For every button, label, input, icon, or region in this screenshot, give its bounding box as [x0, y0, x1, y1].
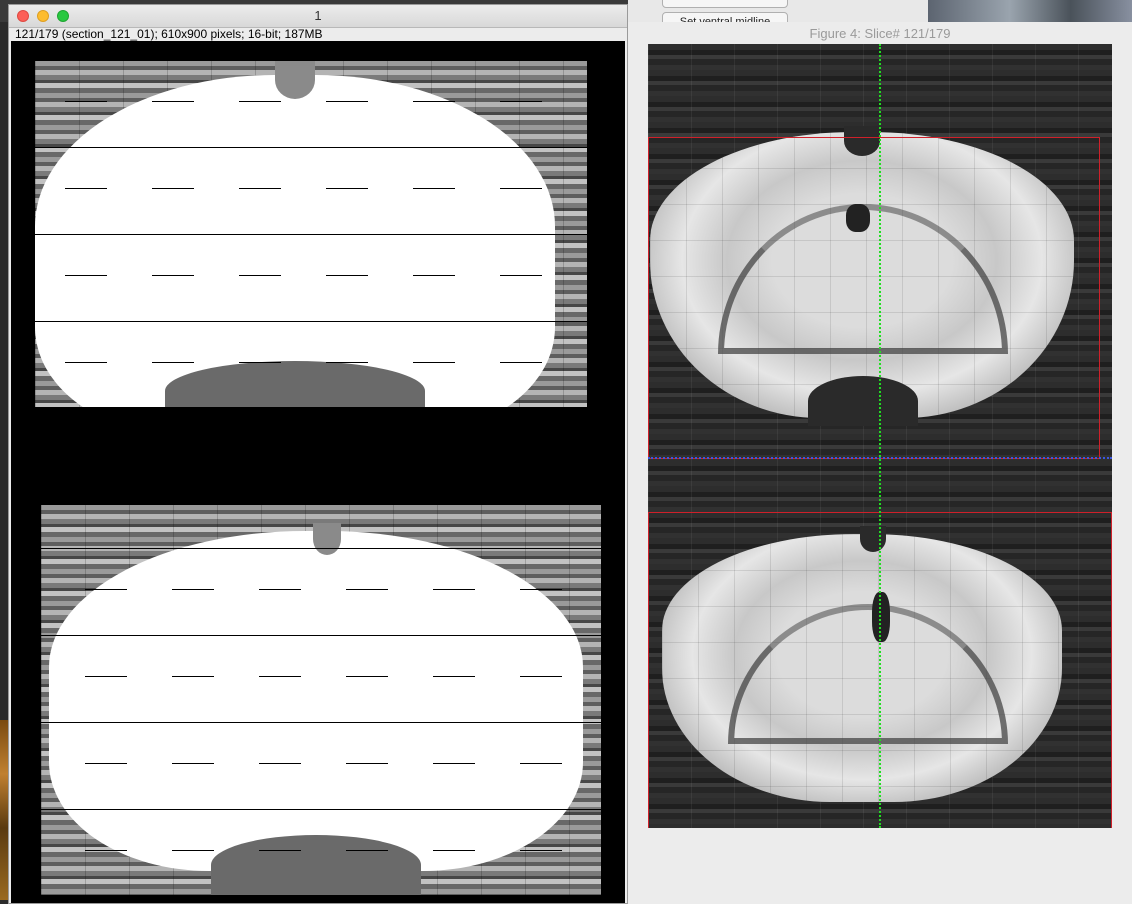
grid-line: [41, 722, 601, 723]
tile-dash-mark: [500, 188, 542, 189]
grid-line: [41, 809, 601, 810]
background-photo-window: [928, 0, 1132, 22]
tile-dash-mark: [85, 763, 127, 764]
tile-dash-mark: [500, 275, 542, 276]
tile-dash-mark: [520, 850, 562, 851]
tile-dash-mark: [346, 763, 388, 764]
tile-dash-mark: [326, 101, 368, 102]
window-title: 1: [314, 8, 322, 23]
window-titlebar[interactable]: 1: [9, 5, 627, 28]
tile-dash-mark: [520, 589, 562, 590]
upper-tile-panel: [35, 61, 587, 407]
grid-line: [35, 321, 587, 322]
tile-dash-mark: [259, 676, 301, 677]
midline-marker: [879, 44, 881, 828]
grid-line: [41, 548, 601, 549]
tile-dash-mark: [239, 188, 281, 189]
grid-line: [35, 147, 587, 148]
tile-dash-mark: [500, 362, 542, 363]
lower-tile-panel: [41, 505, 601, 895]
figure-axes[interactable]: [648, 44, 1112, 828]
tile-dash-mark: [413, 188, 455, 189]
tile-dash-mark: [172, 676, 214, 677]
tile-dash-mark: [172, 589, 214, 590]
tile-dash-mark: [413, 101, 455, 102]
image-info-bar: 121/179 (section_121_01); 610x900 pixels…: [15, 27, 323, 41]
tile-dash-mark: [326, 188, 368, 189]
upper-brain-mask: [35, 75, 555, 407]
lower-mask-notch: [313, 523, 341, 555]
image-canvas[interactable]: [11, 41, 625, 903]
tile-dash-mark: [239, 275, 281, 276]
tile-dash-mark: [433, 589, 475, 590]
grid-line: [41, 635, 601, 636]
tile-dash-mark: [346, 589, 388, 590]
image-window[interactable]: 1 121/179 (section_121_01); 610x900 pixe…: [8, 4, 628, 904]
figure-window[interactable]: Figure 4: Slice# 121/179: [628, 22, 1132, 904]
tile-dash-mark: [433, 763, 475, 764]
tile-dash-mark: [152, 275, 194, 276]
tile-dash-mark: [85, 676, 127, 677]
tile-dash-mark: [259, 850, 301, 851]
tile-dash-mark: [85, 589, 127, 590]
tile-dash-mark: [500, 101, 542, 102]
tile-dash-mark: [65, 188, 107, 189]
tile-dash-mark: [152, 362, 194, 363]
tile-dash-mark: [326, 362, 368, 363]
tile-dash-mark: [172, 763, 214, 764]
tile-dash-mark: [259, 589, 301, 590]
tile-dash-mark: [346, 850, 388, 851]
tile-dash-mark: [65, 101, 107, 102]
tile-dash-mark: [65, 275, 107, 276]
background-button[interactable]: [662, 0, 788, 8]
lower-brain-mask: [49, 531, 583, 871]
tile-dash-mark: [433, 676, 475, 677]
tile-dash-mark: [433, 850, 475, 851]
tile-dash-mark: [259, 763, 301, 764]
tile-dash-mark: [65, 362, 107, 363]
tile-dash-mark: [172, 850, 214, 851]
tile-dash-mark: [152, 101, 194, 102]
tile-dash-mark: [85, 850, 127, 851]
tile-dash-mark: [326, 275, 368, 276]
tile-dash-mark: [152, 188, 194, 189]
grid-line: [35, 234, 587, 235]
tile-dash-mark: [520, 763, 562, 764]
tile-dash-mark: [239, 101, 281, 102]
upper-roi-box: [648, 137, 1100, 459]
upper-mask-notch: [275, 61, 315, 99]
lower-mask-ventral-notch: [211, 835, 421, 895]
tile-dash-mark: [413, 275, 455, 276]
tile-dash-mark: [520, 676, 562, 677]
tile-dash-mark: [239, 362, 281, 363]
tile-dash-mark: [413, 362, 455, 363]
figure-window-title: Figure 4: Slice# 121/179: [809, 26, 951, 41]
tile-dash-mark: [346, 676, 388, 677]
